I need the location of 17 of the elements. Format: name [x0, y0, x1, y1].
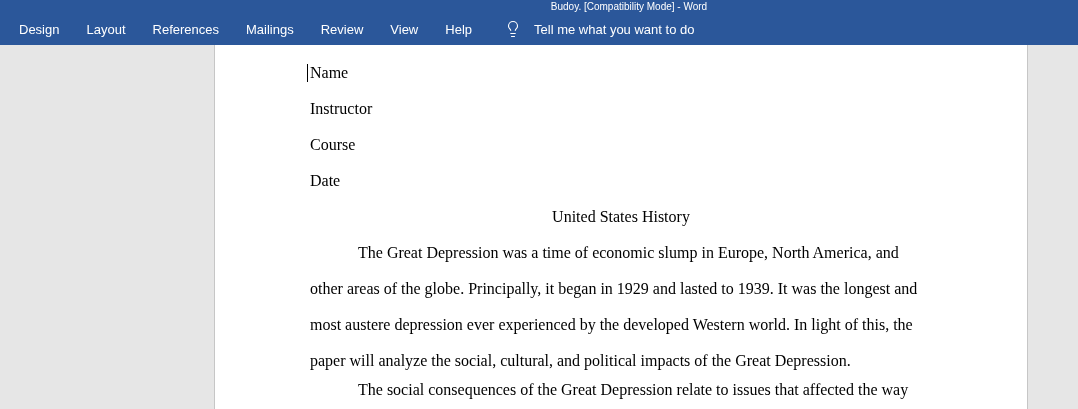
ribbon-tab[interactable]: References: [142, 13, 229, 45]
ribbon-tab[interactable]: Layout: [76, 13, 136, 45]
ribbon-tab[interactable]: Review: [310, 13, 374, 45]
ribbon-tab[interactable]: View: [380, 13, 429, 45]
ribbon-tab[interactable]: Mailings: [236, 13, 304, 45]
text-cursor: [307, 64, 308, 82]
header-line: Course: [310, 136, 356, 153]
paragraph: The social consequences of the Great Depression relate to issues that affected the way: [357, 380, 910, 401]
window-title: Budoy. [Compatibility Mode] - Word: [550, 0, 708, 13]
header-line: Name: [310, 64, 349, 81]
header-line: Date: [310, 172, 341, 189]
ribbon-tab[interactable]: Help: [435, 13, 482, 45]
document-title: United States History: [552, 208, 690, 225]
paragraph: The Great Depression was a time of economic slump in Europe, North America, and other areas of the globe. Principally, it began in 1929 and lasted to 1939. It was the longest and most austere depression ever experienced by the developed Western world. In light of this, the paper will analyze the social, cultural, and political impacts of the Great Depression.: [310, 243, 919, 372]
ribbon-tab[interactable]: Design: [9, 13, 70, 45]
header-line: Instructor: [310, 100, 373, 117]
tell-me-field[interactable]: Tell me what you want to do: [532, 20, 736, 38]
